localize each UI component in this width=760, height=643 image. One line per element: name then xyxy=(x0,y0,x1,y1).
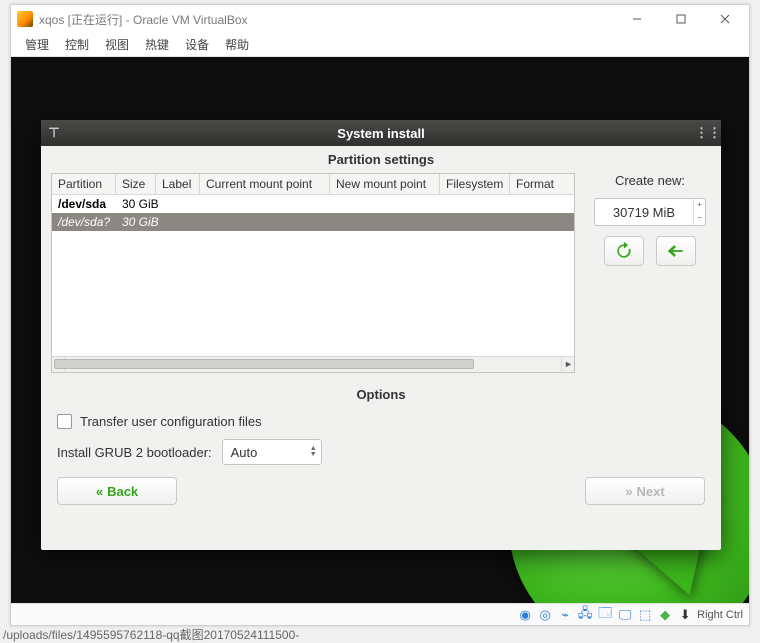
partition-heading: Partition settings xyxy=(41,146,721,173)
menu-view[interactable]: 视图 xyxy=(101,34,133,55)
minimize-button[interactable] xyxy=(615,5,659,33)
spinner-down-icon[interactable]: − xyxy=(694,212,705,225)
transfer-checkbox-row[interactable]: Transfer user configuration files xyxy=(57,414,705,429)
menu-manage[interactable]: 管理 xyxy=(21,34,53,55)
size-value: 30719 MiB xyxy=(595,205,693,220)
record-icon[interactable]: ⬚ xyxy=(637,607,653,623)
options-panel: Transfer user configuration files Instal… xyxy=(41,408,721,465)
back-button[interactable]: « Back xyxy=(57,477,177,505)
vb-title: xqos [正在运行] - Oracle VM VirtualBox xyxy=(39,11,615,28)
vb-statusbar: ◉ ◎ ⌁ 🖧 🗔 🖵 ⬚ ◆ ⬇ Right Ctrl xyxy=(11,603,749,625)
chevron-left-icon: « xyxy=(96,484,103,499)
installer-dialog: ⊤ System install ⋮⋮ Partition settings P… xyxy=(41,120,721,550)
cd-icon[interactable]: ◎ xyxy=(537,607,553,623)
menu-help[interactable]: 帮助 xyxy=(221,34,253,55)
refresh-icon xyxy=(614,241,634,261)
dialog-title: System install xyxy=(67,126,695,141)
table-body[interactable]: /dev/sda 30 GiB /dev/sda? 30 GiB xyxy=(52,195,574,356)
grub-combobox[interactable]: Auto ▲▼ xyxy=(222,439,322,465)
horizontal-scrollbar[interactable]: ◄ ► xyxy=(52,356,574,372)
apply-button[interactable] xyxy=(656,236,696,266)
network-icon[interactable]: 🖧 xyxy=(577,607,593,623)
next-button: » Next xyxy=(585,477,705,505)
page-path-fragment: /uploads/files/1495595762118-qq截图2017052… xyxy=(3,626,299,643)
col-size[interactable]: Size xyxy=(116,174,156,194)
vb-menubar: 管理 控制 视图 热键 设备 帮助 xyxy=(11,33,749,57)
col-new-mount[interactable]: New mount point xyxy=(330,174,440,194)
dialog-menu-icon[interactable]: ⋮⋮ xyxy=(695,125,721,141)
hostkey-icon[interactable]: ⬇ xyxy=(677,607,693,623)
partition-table: Partition Size Label Current mount point… xyxy=(51,173,575,373)
refresh-button[interactable] xyxy=(604,236,644,266)
col-current-mount[interactable]: Current mount point xyxy=(200,174,330,194)
transfer-checkbox[interactable] xyxy=(57,414,72,429)
chevron-updown-icon: ▲▼ xyxy=(310,446,317,458)
arrow-left-icon xyxy=(666,241,686,261)
table-row[interactable]: /dev/sda 30 GiB xyxy=(52,195,574,213)
table-header: Partition Size Label Current mount point… xyxy=(52,174,574,195)
size-spinner[interactable]: 30719 MiB + − xyxy=(594,198,706,226)
options-heading: Options xyxy=(41,381,721,408)
menu-hotkeys[interactable]: 热键 xyxy=(141,34,173,55)
dialog-body: Partition settings Partition Size Label … xyxy=(41,146,721,550)
scroll-right-icon[interactable]: ► xyxy=(561,357,575,371)
maximize-button[interactable] xyxy=(659,5,703,33)
hdd-icon[interactable]: ◉ xyxy=(517,607,533,623)
status-ok-icon[interactable]: ◆ xyxy=(657,607,673,623)
dialog-titlebar[interactable]: ⊤ System install ⋮⋮ xyxy=(41,120,721,146)
grub-value: Auto xyxy=(231,445,258,460)
menu-devices[interactable]: 设备 xyxy=(181,34,213,55)
chevron-right-icon: » xyxy=(625,484,632,499)
shared-icon[interactable]: 🗔 xyxy=(597,607,613,623)
dialog-footer: « Back » Next xyxy=(41,465,721,511)
col-format[interactable]: Format xyxy=(510,174,574,194)
create-new-label: Create new: xyxy=(615,173,685,188)
vb-app-icon xyxy=(17,11,33,27)
virtualbox-window: xqos [正在运行] - Oracle VM VirtualBox 管理 控制… xyxy=(10,4,750,626)
window-controls xyxy=(615,5,747,33)
transfer-label: Transfer user configuration files xyxy=(80,414,262,429)
vb-titlebar[interactable]: xqos [正在运行] - Oracle VM VirtualBox xyxy=(11,5,749,33)
usb-icon[interactable]: ⌁ xyxy=(557,607,573,623)
scroll-thumb[interactable] xyxy=(54,359,474,369)
spinner-controls: + − xyxy=(693,199,705,225)
hostkey-label: Right Ctrl xyxy=(697,609,743,621)
pin-icon[interactable]: ⊤ xyxy=(41,125,67,141)
close-button[interactable] xyxy=(703,5,747,33)
side-buttons xyxy=(604,236,696,266)
col-label[interactable]: Label xyxy=(156,174,200,194)
table-row[interactable]: /dev/sda? 30 GiB xyxy=(52,213,574,231)
col-partition[interactable]: Partition xyxy=(52,174,116,194)
spinner-up-icon[interactable]: + xyxy=(694,199,705,212)
display-icon[interactable]: 🖵 xyxy=(617,607,633,623)
col-filesystem[interactable]: Filesystem xyxy=(440,174,510,194)
menu-control[interactable]: 控制 xyxy=(61,34,93,55)
grub-label: Install GRUB 2 bootloader: xyxy=(57,445,212,460)
create-new-panel: Create new: 30719 MiB + − xyxy=(589,173,711,373)
partition-area: Partition Size Label Current mount point… xyxy=(41,173,721,373)
grub-row: Install GRUB 2 bootloader: Auto ▲▼ xyxy=(57,439,705,465)
vm-screen: ⊤ System install ⋮⋮ Partition settings P… xyxy=(11,57,749,603)
